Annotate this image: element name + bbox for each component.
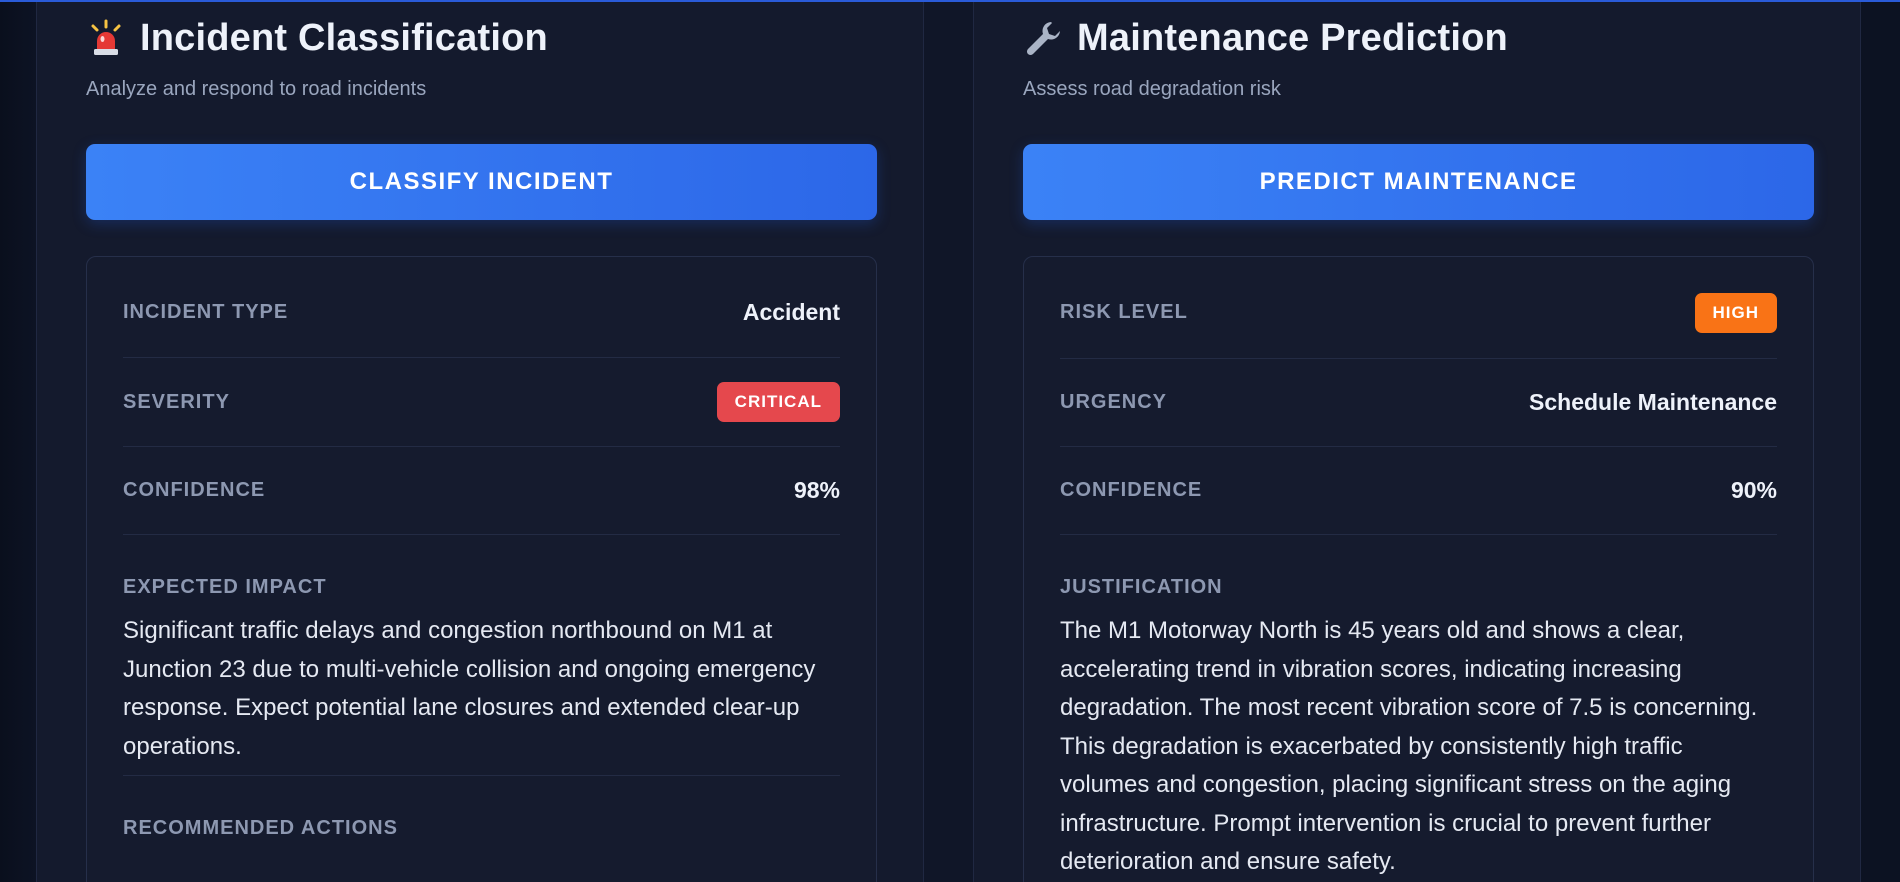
justification-text: The M1 Motorway North is 45 years old an… [1060, 617, 1758, 875]
justification-label: JUSTIFICATION [1060, 576, 1223, 598]
app-viewport: Incident Classification Analyze and resp… [0, 0, 1900, 882]
incident-header: Incident Classification [86, 2, 877, 74]
maintenance-panel-content: Maintenance Prediction Assess road degra… [1023, 2, 1814, 882]
wrench-icon [1023, 18, 1063, 58]
incident-type-value: Accident [742, 298, 840, 325]
urgency-row: URGENCY Schedule Maintenance [1060, 359, 1777, 447]
maintenance-result-card: RISK LEVEL HIGH URGENCY Schedule Mainten… [1023, 256, 1814, 882]
maintenance-confidence-label: CONFIDENCE [1060, 479, 1203, 501]
recommended-actions-label: RECOMMENDED ACTIONS [123, 817, 398, 839]
urgency-value: Schedule Maintenance [1529, 389, 1777, 415]
predict-maintenance-button[interactable]: PREDICT MAINTENANCE [1023, 144, 1814, 220]
classify-incident-button[interactable]: CLASSIFY INCIDENT [86, 144, 877, 220]
expected-impact-section: EXPECTED IMPACT Significant traffic dela… [123, 535, 840, 776]
incident-confidence-row: CONFIDENCE 98% [123, 447, 840, 535]
siren-icon [86, 18, 126, 58]
risk-level-row: RISK LEVEL HIGH [1060, 257, 1777, 359]
severity-row: SEVERITY CRITICAL [123, 358, 840, 447]
maintenance-title: Maintenance Prediction [1077, 16, 1508, 59]
maintenance-confidence-value: 90% [1730, 477, 1777, 503]
recommended-actions-section: RECOMMENDED ACTIONS [123, 776, 840, 840]
panel-gutter [924, 2, 973, 882]
incident-type-label: INCIDENT TYPE [123, 300, 289, 323]
severity-badge: CRITICAL [716, 382, 840, 422]
incident-confidence-value: 98% [793, 477, 840, 503]
page-edge [1861, 2, 1900, 882]
severity-label: SEVERITY [123, 390, 230, 413]
incident-subtitle: Analyze and respond to road incidents [86, 78, 427, 100]
incident-panel-content: Incident Classification Analyze and resp… [86, 2, 877, 882]
incident-result-card: INCIDENT TYPE Accident SEVERITY CRITICAL… [86, 256, 877, 882]
incident-classification-panel: Incident Classification Analyze and resp… [36, 2, 924, 882]
incident-confidence-label: CONFIDENCE [123, 479, 266, 501]
maintenance-header: Maintenance Prediction [1023, 2, 1814, 74]
maintenance-confidence-row: CONFIDENCE 90% [1060, 447, 1777, 535]
expected-impact-text: Significant traffic delays and congestio… [123, 617, 816, 760]
maintenance-subtitle: Assess road degradation risk [1023, 78, 1281, 100]
justification-section: JUSTIFICATION The M1 Motorway North is 4… [1060, 535, 1777, 882]
incident-type-row: INCIDENT TYPE Accident [123, 257, 840, 358]
maintenance-prediction-panel: Maintenance Prediction Assess road degra… [973, 2, 1861, 882]
risk-level-badge: HIGH [1694, 292, 1777, 333]
incident-title: Incident Classification [140, 16, 548, 59]
urgency-label: URGENCY [1060, 391, 1168, 413]
expected-impact-label: EXPECTED IMPACT [123, 576, 327, 598]
risk-level-label: RISK LEVEL [1060, 301, 1188, 323]
